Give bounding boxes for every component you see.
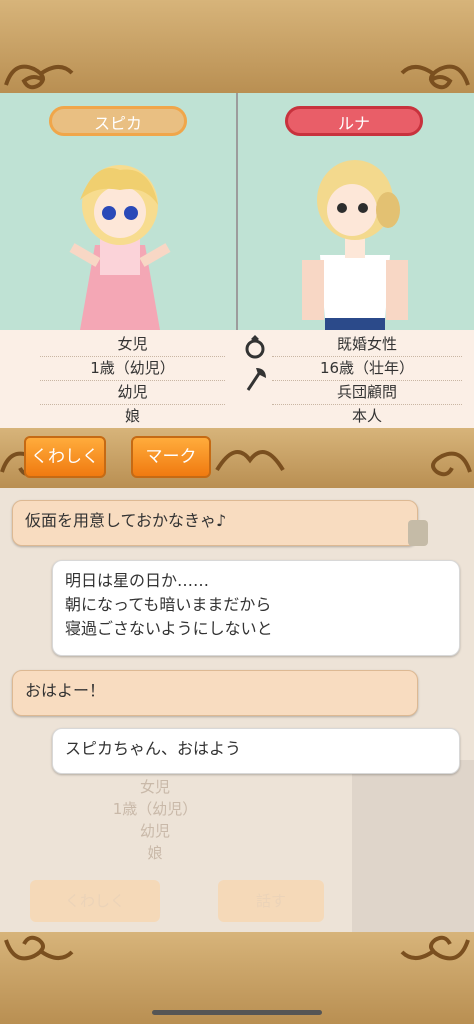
- ghost-info-gender: 女児: [139, 778, 170, 796]
- left-info-age: 1歳（幼児）: [40, 356, 225, 381]
- bottom-left-ornament: [4, 935, 74, 961]
- home-indicator[interactable]: [152, 1010, 322, 1015]
- right-info-status: 既婚女性: [272, 332, 462, 357]
- axe-icon: [246, 368, 266, 391]
- ghost-info-age: 1歳（幼児）: [112, 800, 198, 818]
- ghost-talk-button: 話す: [218, 880, 324, 922]
- mark-button[interactable]: マーク: [131, 436, 211, 478]
- chat-bubble-right-4: スピカちゃん、おはよう: [52, 728, 460, 774]
- bottom-right-ornament: [400, 935, 470, 961]
- chat-bubble-left-3: おはよー！: [12, 670, 418, 716]
- left-info-role: 幼児: [40, 380, 225, 405]
- ring-icon: [245, 335, 265, 359]
- ghost-details-button: くわしく: [30, 880, 160, 922]
- top-right-ornament: [400, 64, 470, 90]
- ghost-info-role: 幼児: [139, 822, 170, 840]
- left-info-gender: 女児: [40, 332, 225, 357]
- right-info-age: 16歳（壮年）: [272, 356, 462, 381]
- left-info-relation: 娘: [40, 404, 225, 429]
- top-left-ornament: [4, 64, 74, 90]
- ghost-info-relation: 娘: [147, 844, 163, 862]
- chat-bubble-right-2: 明日は星の日か…… 朝になっても暗いままだから 寝過ごさないようにしないと: [52, 560, 460, 656]
- spica-avatar[interactable]: [50, 150, 190, 330]
- details-button[interactable]: くわしく: [24, 436, 106, 478]
- chat-bubble-left-1: 仮面を用意しておかなきゃ♪: [12, 500, 418, 546]
- right-info-relation: 本人: [272, 404, 462, 429]
- scroll-handle[interactable]: [408, 520, 428, 546]
- background-info-ghost: 女児 1歳（幼児） 幼児 娘: [30, 776, 280, 864]
- right-character-name[interactable]: ルナ: [285, 106, 423, 136]
- top-frame: [0, 0, 474, 93]
- right-info-job: 兵団顧問: [272, 380, 462, 405]
- mid-center-ornament: [215, 450, 285, 472]
- mid-right-ornament: [431, 451, 472, 477]
- left-character-name[interactable]: スピカ: [49, 106, 187, 136]
- ghost-menu-panel: [352, 760, 474, 932]
- luna-avatar[interactable]: [290, 150, 420, 330]
